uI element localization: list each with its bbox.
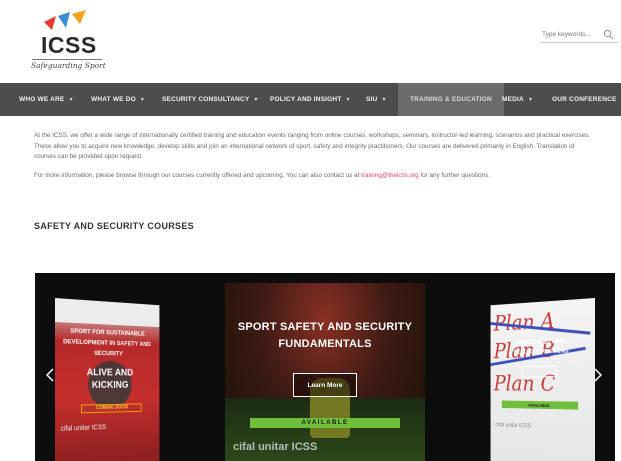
chevron-down-icon: ▾	[69, 97, 73, 103]
logo-wordmark: ICSS	[41, 32, 97, 58]
partner-logos: cifal unitar ICSS	[495, 422, 532, 430]
site-header: ICSS Safeguarding Sport	[0, 0, 621, 83]
status-badge: AVAILABLE	[250, 418, 400, 428]
intro-text-before: For more information, please browse thro…	[34, 171, 362, 179]
course-carousel: SPORT FOR SUSTAINABLE DEVELOPMENT IN SAF…	[35, 273, 615, 461]
search-icon[interactable]	[603, 29, 614, 40]
slide-subtitle: ALIVE AND KICKING	[86, 367, 134, 391]
carousel-prev-button[interactable]	[43, 365, 57, 385]
slide-title: SPORT SAFETY AND SECURITY FUNDAMENTALS	[237, 321, 413, 350]
chevron-down-icon: ▾	[140, 97, 145, 103]
learn-more-button[interactable]: Learn More	[293, 373, 357, 397]
slide-title: SPORT FOR SUSTAINABLE DEVELOPMENT IN SAF…	[63, 327, 151, 358]
nav-label: SIU	[366, 96, 378, 103]
chevron-down-icon: ▾	[382, 97, 386, 103]
nav-label: MEDIA	[502, 96, 524, 103]
section-title: SAFETY AND SECURITY COURSES	[34, 221, 194, 231]
logo-divider	[32, 59, 102, 60]
nav-item-siu[interactable]: SIU ▾	[366, 83, 386, 116]
status-badge: COMING SOON	[81, 403, 142, 414]
slide-title: SPORT SAFETY AND SECURITY PLANNING	[513, 339, 569, 356]
logo-shapes-icon	[44, 10, 86, 30]
icss-logo[interactable]: ICSS Safeguarding Sport	[26, 8, 116, 74]
nav-label: POLICY AND INSIGHT	[270, 96, 342, 103]
chevron-down-icon: ▾	[528, 97, 533, 103]
carousel-slide-left[interactable]: SPORT FOR SUSTAINABLE DEVELOPMENT IN SAF…	[55, 298, 160, 461]
nav-item-security-consultancy[interactable]: SECURITY CONSULTANCY ▾	[162, 83, 258, 116]
nav-item-training-education[interactable]: TRAINING & EDUCATION	[398, 83, 504, 116]
partner-logos: cifal unitar ICSS	[233, 441, 318, 453]
nav-label: WHO WE ARE	[19, 96, 65, 103]
chevron-down-icon: ▾	[254, 97, 258, 103]
intro-paragraph-2: For more information, please browse thro…	[34, 171, 596, 182]
nav-label: SECURITY CONSULTANCY	[162, 96, 250, 103]
nav-label: TRAINING & EDUCATION	[410, 96, 492, 103]
main-nav: WHO WE ARE ▾ WHAT WE DO ▾ SECURITY CONSULT…	[0, 83, 621, 116]
intro-text: At the ICSS, we offer a wide range of in…	[34, 131, 596, 189]
nav-item-policy-and-insight[interactable]: POLICY AND INSIGHT ▾	[270, 83, 350, 116]
status-badge: AVAILABLE	[501, 400, 579, 410]
intro-text-after: for any further questions.	[418, 171, 491, 179]
carousel-next-button[interactable]	[591, 365, 605, 385]
partner-logos: cifal unitar ICSS	[60, 424, 107, 433]
slide-learn-more-button[interactable]	[521, 365, 557, 378]
nav-item-media[interactable]: MEDIA ▾	[502, 83, 532, 116]
chevron-down-icon: ▾	[346, 97, 350, 103]
carousel-slide-right[interactable]: Plan A Plan B Plan C SPORT SAFETY AND SE…	[490, 298, 595, 461]
logo-tagline: Safeguarding Sport	[31, 61, 106, 70]
nav-label: OUR CONFERENCE	[552, 96, 617, 103]
chevron-right-icon	[594, 368, 602, 382]
chevron-left-icon	[46, 368, 54, 382]
carousel-slide-center[interactable]: SPORT SAFETY AND SECURITY FUNDAMENTALS L…	[225, 283, 425, 461]
slide-header-strip	[55, 298, 160, 328]
contact-email-link[interactable]: training@theicss.org	[361, 172, 419, 179]
search-box	[540, 27, 618, 43]
nav-item-who-we-are[interactable]: WHO WE ARE ▾	[19, 83, 73, 116]
nav-item-what-we-do[interactable]: WHAT WE DO ▾	[91, 83, 144, 116]
nav-item-our-conference[interactable]: OUR CONFERENCE	[552, 83, 617, 116]
nav-label: WHAT WE DO	[91, 96, 136, 103]
intro-paragraph-1: At the ICSS, we offer a wide range of in…	[34, 132, 591, 160]
search-input[interactable]	[542, 28, 600, 41]
